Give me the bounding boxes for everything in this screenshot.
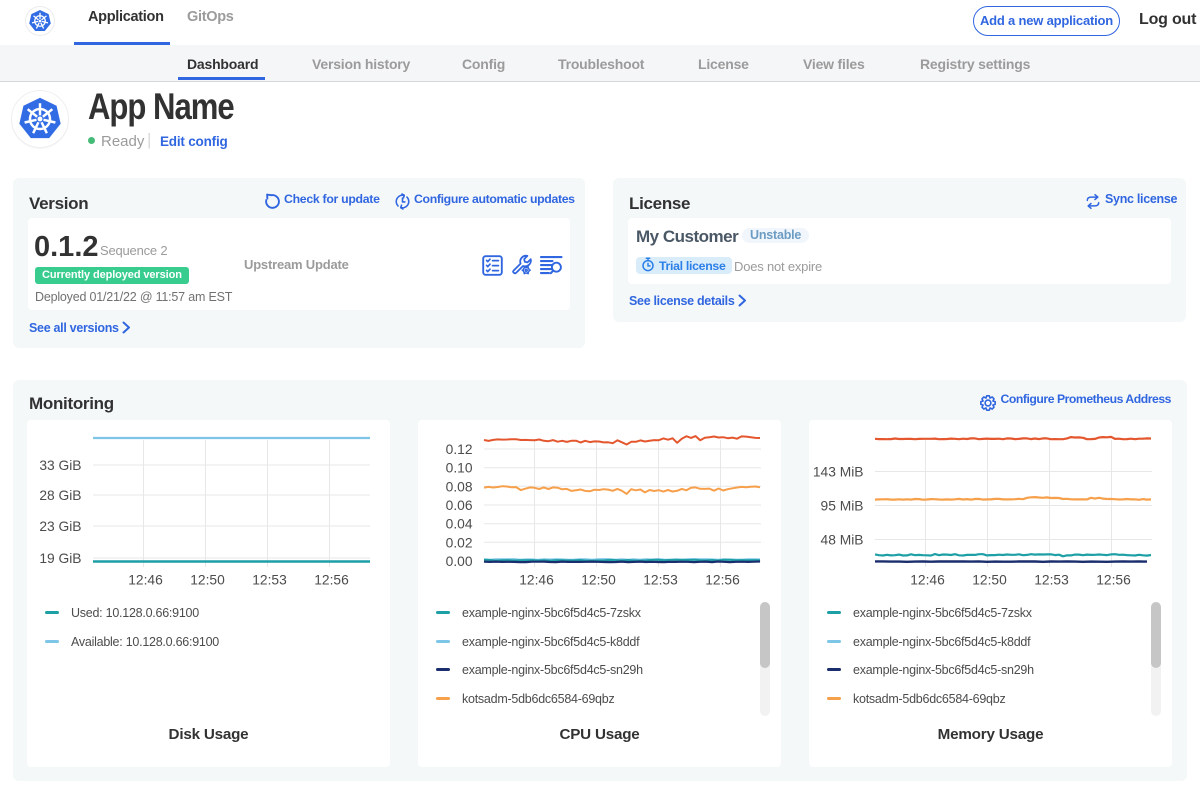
svg-text:12:46: 12:46 (910, 573, 945, 588)
svg-text:12:50: 12:50 (190, 573, 225, 588)
svg-text:12:53: 12:53 (252, 573, 287, 588)
svg-text:23 GiB: 23 GiB (39, 519, 81, 534)
svg-text:12:50: 12:50 (972, 573, 1007, 588)
svg-text:143 MiB: 143 MiB (813, 465, 864, 480)
svg-text:0.12: 0.12 (446, 442, 473, 457)
svg-text:12:50: 12:50 (581, 573, 616, 588)
svg-text:19 GiB: 19 GiB (39, 551, 81, 566)
svg-text:0.00: 0.00 (446, 554, 473, 569)
svg-text:33 GiB: 33 GiB (39, 458, 81, 473)
svg-text:12:56: 12:56 (705, 573, 740, 588)
svg-text:12:56: 12:56 (314, 573, 349, 588)
svg-text:12:46: 12:46 (128, 573, 163, 588)
svg-text:12:53: 12:53 (643, 573, 678, 588)
svg-text:12:46: 12:46 (519, 573, 554, 588)
svg-text:0.06: 0.06 (446, 498, 473, 513)
svg-text:0.08: 0.08 (446, 479, 473, 494)
svg-text:95 MiB: 95 MiB (821, 499, 864, 514)
svg-text:12:56: 12:56 (1096, 573, 1131, 588)
svg-text:12:53: 12:53 (1034, 573, 1069, 588)
svg-text:0.04: 0.04 (446, 517, 473, 532)
svg-text:48 MiB: 48 MiB (821, 533, 864, 548)
svg-text:28 GiB: 28 GiB (39, 488, 81, 503)
svg-text:0.02: 0.02 (446, 535, 473, 550)
svg-text:0.10: 0.10 (446, 461, 473, 476)
